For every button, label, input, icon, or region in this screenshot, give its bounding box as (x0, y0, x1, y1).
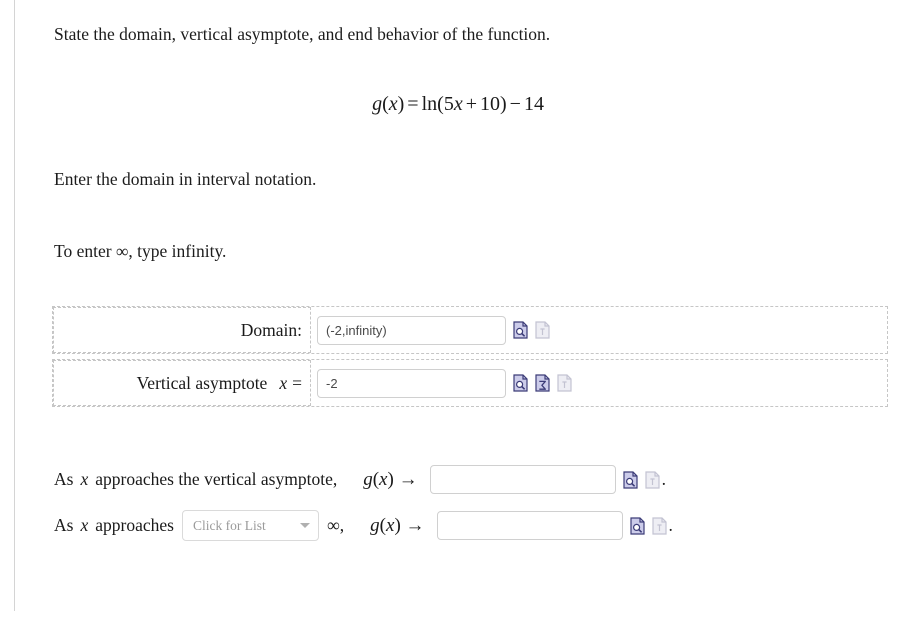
document-disabled-icon (535, 321, 550, 339)
eb2-input[interactable] (436, 511, 623, 540)
vertical-asymptote-input[interactable] (317, 368, 506, 398)
vertical-asymptote-answer-cell (317, 360, 572, 406)
eb1-period: . (661, 469, 666, 489)
document-magnifier-icon[interactable] (513, 321, 528, 339)
answer-row-domain: Domain: (52, 306, 888, 354)
formula-lhs-variable: x (388, 93, 398, 115)
document-magnifier-icon[interactable] (629, 516, 645, 535)
formula-coefficient: 5 (443, 93, 454, 115)
document-disabled-icon (644, 470, 660, 489)
approach-direction-placeholder: Click for List (192, 517, 266, 533)
vertical-asymptote-equals: = (292, 372, 302, 393)
eb1-expr-close: ) (387, 468, 394, 490)
answer-row-vertical-asymptote: Vertical asymptote x = (52, 359, 888, 407)
eb2-lead: As (54, 515, 74, 535)
left-margin-rule (14, 0, 15, 611)
formula-ln: ln (421, 93, 438, 115)
eb1-variable: x (80, 469, 89, 489)
chevron-down-icon (299, 523, 310, 528)
formula-lhs-open: ( (382, 93, 389, 115)
end-behavior-row-asymptote: As x approaches the vertical asymptote, … (54, 465, 666, 494)
document-disabled-icon (651, 516, 667, 535)
domain-label-cell: Domain: (53, 307, 311, 353)
formula-subtract-value: 14 (523, 93, 544, 115)
vertical-asymptote-variable: x (279, 372, 288, 393)
formula-group-close: ) (499, 93, 507, 115)
eb2-comma: , (339, 515, 345, 535)
formula-plus: + (465, 93, 477, 115)
eb1-arrow-icon: → (398, 468, 418, 490)
approach-direction-select[interactable]: Click for List (181, 510, 319, 541)
domain-input[interactable] (317, 315, 506, 345)
formula-inner-variable: x (453, 93, 463, 115)
instruction-domain: Enter the domain in interval notation. (54, 169, 317, 189)
formula-minus: − (509, 93, 521, 115)
eb2-expression: g(x) → (370, 515, 424, 537)
eb2-infinity-symbol: ∞ (326, 515, 340, 535)
document-sigma-icon[interactable] (535, 374, 550, 392)
eb2-expr-fn: g (370, 514, 380, 536)
eb1-lead: As (54, 469, 74, 489)
function-formula: g(x) = ln(5x +10) −14 (0, 93, 916, 116)
eb2-expr-close: ) (394, 514, 401, 536)
vertical-asymptote-label: Vertical asymptote (136, 372, 268, 393)
page-title: State the domain, vertical asymptote, an… (54, 24, 551, 44)
eb1-text: approaches the vertical asymptote, (95, 469, 338, 489)
eb1-expr-fn: g (363, 468, 373, 490)
eb1-expression: g(x) → (363, 469, 417, 491)
instruction-infinity-text: To enter ∞, type infinity. (54, 241, 227, 261)
instruction-infinity: To enter ∞, type infinity. (54, 241, 226, 262)
end-behavior-row-infinity: As x approaches Click for List ∞, g(x) → (54, 510, 673, 541)
eb2-text: approaches (95, 515, 174, 535)
formula-constant: 10 (479, 93, 500, 115)
domain-answer-cell (317, 307, 550, 353)
eb1-input[interactable] (429, 465, 616, 494)
document-magnifier-icon[interactable] (622, 470, 638, 489)
formula-group-open: ( (437, 93, 444, 115)
domain-label: Domain: (240, 319, 302, 340)
eb2-variable: x (80, 515, 89, 535)
eb2-period: . (668, 515, 673, 535)
document-disabled-icon (557, 374, 572, 392)
document-magnifier-icon[interactable] (513, 374, 528, 392)
formula-function-name: g (372, 93, 383, 115)
vertical-asymptote-label-cell: Vertical asymptote x = (53, 360, 311, 406)
formula-equals: = (407, 93, 419, 115)
eb2-arrow-icon: → (405, 514, 425, 536)
